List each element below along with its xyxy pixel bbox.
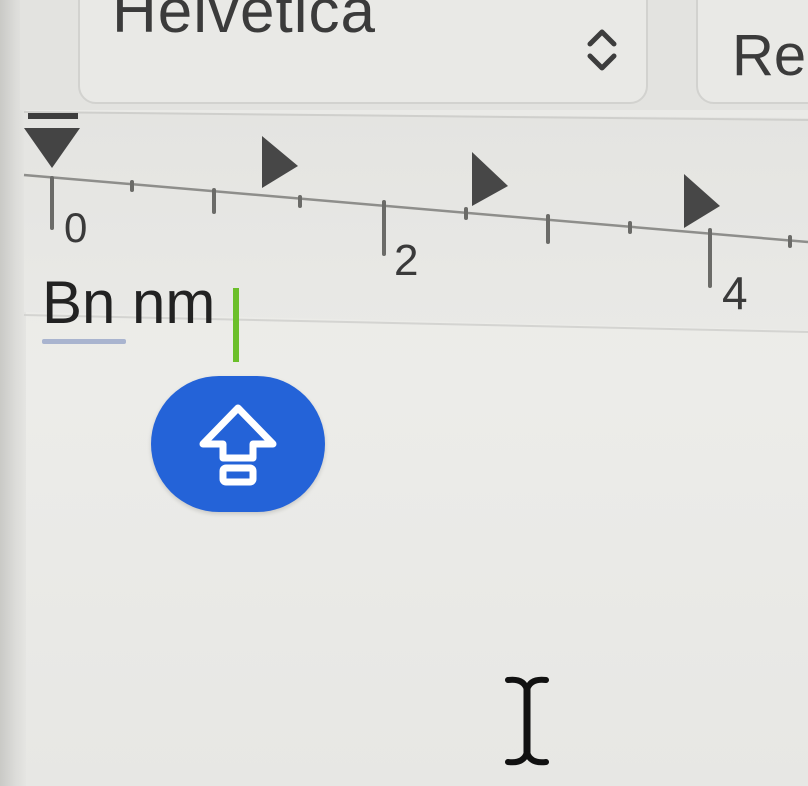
ruler-label-4: 4 (722, 267, 748, 319)
caps-lock-icon (199, 404, 277, 486)
text-editor-window: Helvetica Re 0 2 4 Bn nm (0, 0, 808, 786)
i-beam-cursor-icon (505, 676, 549, 766)
spelling-underline (42, 339, 126, 344)
text-caret (233, 288, 239, 362)
ruler-label-0: 0 (64, 204, 88, 251)
caps-lock-indicator (151, 376, 325, 512)
ruler-label-2: 2 (394, 236, 419, 285)
document-text[interactable]: Bn nm (42, 268, 215, 337)
